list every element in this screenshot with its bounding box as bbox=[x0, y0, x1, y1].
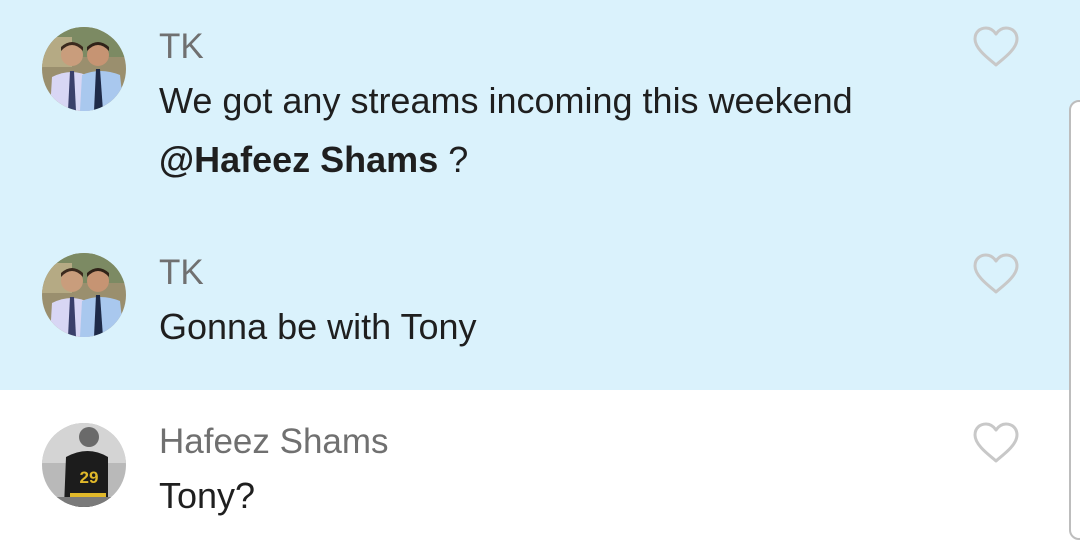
avatar[interactable] bbox=[42, 253, 126, 337]
comment-author[interactable]: Hafeez Shams bbox=[159, 422, 389, 462]
user-mention[interactable]: @Hafeez Shams bbox=[159, 139, 438, 180]
comment-text: Tony? bbox=[159, 475, 256, 516]
avatar[interactable]: 29 bbox=[42, 423, 126, 507]
scrollbar[interactable] bbox=[1069, 100, 1080, 540]
comment-thread: TK We got any streams incoming this week… bbox=[0, 0, 1080, 552]
avatar[interactable] bbox=[42, 27, 126, 111]
heart-outline-icon bbox=[973, 422, 1019, 463]
like-button[interactable] bbox=[972, 252, 1020, 296]
like-button[interactable] bbox=[972, 421, 1020, 465]
jersey-number: 29 bbox=[80, 468, 99, 487]
heart-outline-icon bbox=[973, 26, 1019, 67]
comment-author[interactable]: TK bbox=[159, 27, 204, 67]
comment-text-part: ? bbox=[438, 139, 469, 180]
comment-author[interactable]: TK bbox=[159, 253, 204, 293]
comment-text: Gonna be with Tony bbox=[159, 306, 477, 347]
comment-item: 29 Hafeez Shams Tony? bbox=[0, 390, 1080, 552]
comment-text-part: We got any streams incoming this weekend bbox=[159, 80, 853, 121]
comment-text: We got any streams incoming this weekend… bbox=[159, 71, 959, 189]
comment-item: TK Gonna be with Tony bbox=[0, 226, 1080, 390]
comment-item: TK We got any streams incoming this week… bbox=[0, 0, 1080, 226]
like-button[interactable] bbox=[972, 25, 1020, 69]
heart-outline-icon bbox=[973, 253, 1019, 294]
